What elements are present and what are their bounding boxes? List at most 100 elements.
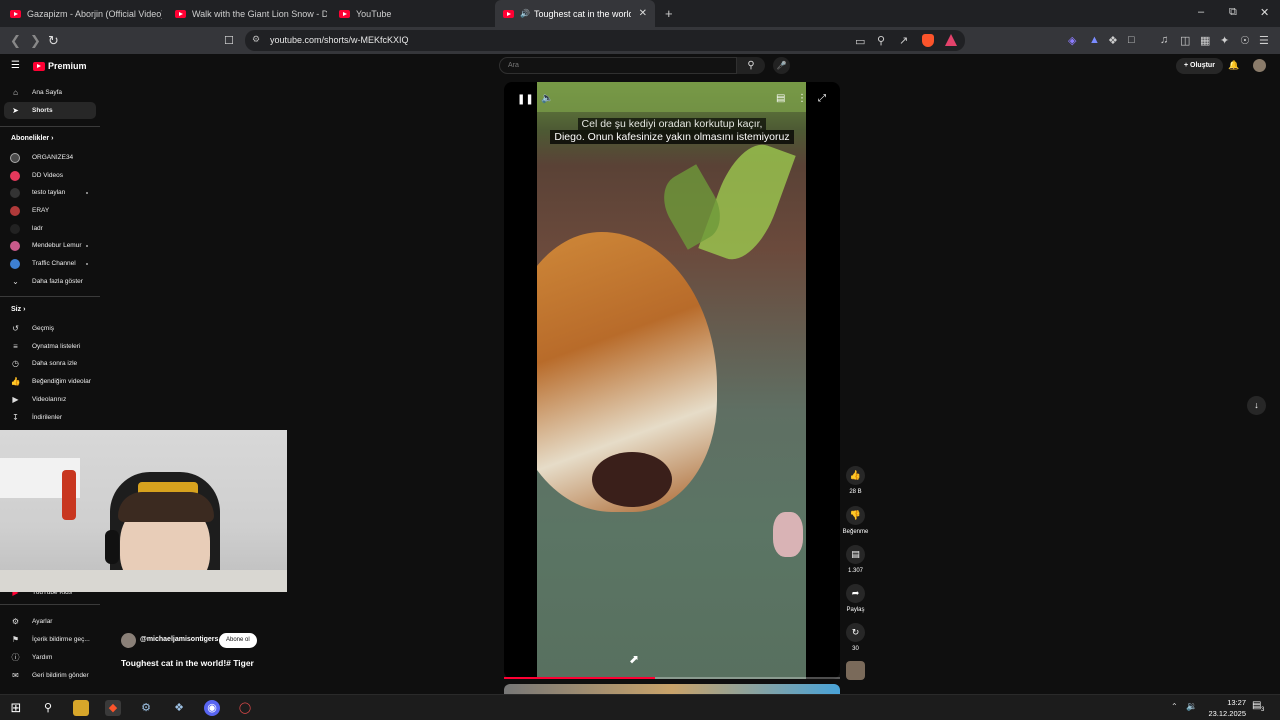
restore-button[interactable]: ⧉ [1229, 6, 1237, 19]
next-short-button[interactable]: ↓ [1247, 396, 1266, 415]
video-progress-fill [504, 677, 656, 679]
hamburger-menu-icon[interactable]: ☰ [11, 60, 20, 71]
pause-icon[interactable]: ❚❚ [517, 94, 534, 105]
youtube-logo[interactable]: Premium [33, 61, 87, 71]
sidebar-item-subscription[interactable]: Mendebur Lemur [4, 237, 96, 254]
shield-icon[interactable]: ☉ [1240, 34, 1250, 47]
sidebar-item-playlists[interactable]: ≡ Oynatma listeleri [4, 338, 96, 355]
bookmark-icon[interactable]: ☐ [224, 34, 234, 47]
brave-rewards-icon[interactable] [945, 34, 957, 46]
sidebar-item-settings[interactable]: ⚙ Ayarlar [4, 613, 96, 630]
close-tab-icon[interactable]: ✕ [639, 8, 647, 19]
discord-icon[interactable]: ◉ [204, 700, 220, 716]
network-app-icon[interactable]: ❖ [171, 700, 187, 716]
back-icon[interactable]: ❮ [10, 33, 21, 49]
next-short-preview[interactable] [504, 684, 840, 694]
sidebar-item-liked[interactable]: 👍 Beğendiğim videolar [4, 373, 96, 390]
cast-icon[interactable]: ▭ [855, 35, 865, 48]
subscribe-button[interactable]: Abone ol [219, 633, 257, 648]
remix-button[interactable]: ↻ [846, 623, 865, 642]
reload-icon[interactable]: ↻ [48, 33, 59, 49]
voice-search-button[interactable]: 🎤 [773, 57, 790, 74]
sidebar-item-downloads[interactable]: ↧ İndirilenler [4, 409, 96, 426]
share-button[interactable]: ➦ [846, 584, 865, 603]
sidebar-item-label: İçerik bildirme geç... [32, 636, 90, 643]
system-clock[interactable]: 13:27 23.12.2025 [1196, 697, 1246, 719]
brave-shields-icon[interactable] [922, 34, 934, 47]
headset [105, 530, 119, 564]
sidebar-item-help[interactable]: ⓘ Yardım [4, 649, 96, 666]
sidebar-item-watch-later[interactable]: ◷ Daha sonra izle [4, 355, 96, 372]
brave-browser-icon[interactable]: ◆ [105, 700, 121, 716]
shorts-player[interactable]: Cel de şu kediyi oradan korkutup kaçır, … [504, 82, 840, 679]
sidebar-item-your-videos[interactable]: ▶ Videolarınız [4, 391, 96, 408]
media-icon[interactable]: ♫ [1160, 34, 1168, 46]
channel-avatar [10, 258, 20, 269]
comments-button[interactable]: ▤ [846, 545, 865, 564]
windows-start-icon[interactable]: ⊞ [8, 700, 24, 716]
search-button[interactable]: ⚲ [737, 57, 765, 74]
forward-icon[interactable]: ❯ [30, 33, 41, 49]
captions-icon[interactable]: ▤ [776, 93, 785, 104]
sidebar-item-report-history[interactable]: ⚑ İçerik bildirme geç... [4, 631, 96, 648]
address-bar[interactable]: ⚙ youtube.com/shorts/w-MEKfcKXIQ ▭ ⚲ ↗ [245, 30, 965, 51]
sound-thumbnail[interactable] [846, 661, 865, 680]
obs-icon[interactable]: ◯ [237, 700, 253, 716]
ai-icon[interactable]: ✦ [1220, 34, 1229, 47]
sidebar-toggle-icon[interactable]: ◫ [1180, 34, 1190, 47]
thumbs-up-icon: 👍 [10, 377, 21, 386]
sidebar-item-label: Traffic Channel [32, 260, 76, 267]
sidebar-item-subscription[interactable]: DD Videos [4, 167, 96, 184]
sidebar-item-home[interactable]: ⌂ Ana Sayfa [4, 84, 96, 101]
tab-toughest-cat[interactable]: 🔊 Toughest cat in the world!# Ti ✕ [495, 0, 655, 27]
dislike-button[interactable]: 👎 [846, 506, 865, 525]
leo-icon[interactable]: ◈ [1068, 34, 1076, 47]
sidebar-item-subscription[interactable]: ladr [4, 220, 96, 237]
sidebar-item-show-more[interactable]: ⌄ Daha fazla göster [4, 273, 96, 290]
notifications-bell-icon[interactable]: 🔔 [1228, 60, 1239, 71]
you-header[interactable]: Siz › [11, 306, 25, 313]
sidebar-item-subscription[interactable]: Traffic Channel [4, 255, 96, 272]
tab-youtube[interactable]: YouTube [331, 0, 491, 27]
create-button[interactable]: + Oluştur [1176, 58, 1223, 74]
file-explorer-icon[interactable] [73, 700, 89, 716]
sidebar-item-history[interactable]: ↺ Geçmiş [4, 320, 96, 337]
extensions-icon[interactable]: ❖ [1108, 34, 1118, 47]
sidebar-item-subscription[interactable]: ERAY [4, 202, 96, 219]
zoom-icon[interactable]: ⚲ [877, 34, 885, 47]
wallet-icon[interactable]: ▦ [1200, 34, 1210, 47]
minimize-button[interactable]: – [1198, 6, 1204, 18]
subscriptions-header[interactable]: Abonelikler › [11, 135, 53, 142]
new-tab-button[interactable]: + [665, 6, 673, 21]
sidebar-item-shorts[interactable]: ➤ Shorts [4, 102, 96, 119]
sidebar-item-subscription[interactable]: testo taylan [4, 184, 96, 201]
like-button[interactable]: 👍 [846, 466, 865, 485]
video-progress-bar[interactable] [504, 677, 840, 679]
share-icon[interactable]: ↗ [899, 34, 908, 47]
site-info-icon[interactable]: ⚙ [252, 34, 260, 45]
more-options-icon[interactable]: ⋮ [797, 93, 807, 104]
like-count: 28 B [849, 489, 862, 495]
search-icon[interactable]: ⚲ [40, 700, 56, 716]
search-input[interactable]: Ara [499, 57, 737, 74]
youtube-favicon-icon [10, 9, 21, 18]
vpn-icon[interactable]: ▲ [1089, 34, 1100, 46]
tab-gazapizm[interactable]: Gazapizm - Aborjin (Official Video) - [2, 0, 162, 27]
close-window-button[interactable]: ✕ [1260, 6, 1269, 19]
volume-icon[interactable]: 🔈 [541, 93, 553, 104]
tray-chevron-icon[interactable]: ⌃ [1171, 702, 1178, 711]
menu-icon[interactable]: ☰ [1259, 34, 1269, 47]
tab-search-icon[interactable]: □ [1128, 34, 1135, 46]
channel-name[interactable]: @michaeljamisontigers [140, 636, 218, 643]
account-avatar[interactable] [1253, 59, 1266, 72]
cat-paw [773, 512, 803, 557]
sidebar-item-label: Geri bildirim gönder [32, 672, 89, 679]
sidebar-item-subscription[interactable]: ORGANIZE34 [4, 149, 96, 166]
tab-lion-snow[interactable]: Walk with the Giant Lion Snow - Dea [167, 0, 327, 27]
dislike-label: Beğenme [842, 529, 869, 535]
scarf [62, 470, 76, 520]
channel-avatar[interactable] [121, 633, 136, 648]
fullscreen-icon[interactable]: ⤢ [818, 93, 826, 104]
steam-icon[interactable]: ⚙ [138, 700, 154, 716]
sidebar-item-feedback[interactable]: ✉ Geri bildirim gönder [4, 667, 96, 684]
